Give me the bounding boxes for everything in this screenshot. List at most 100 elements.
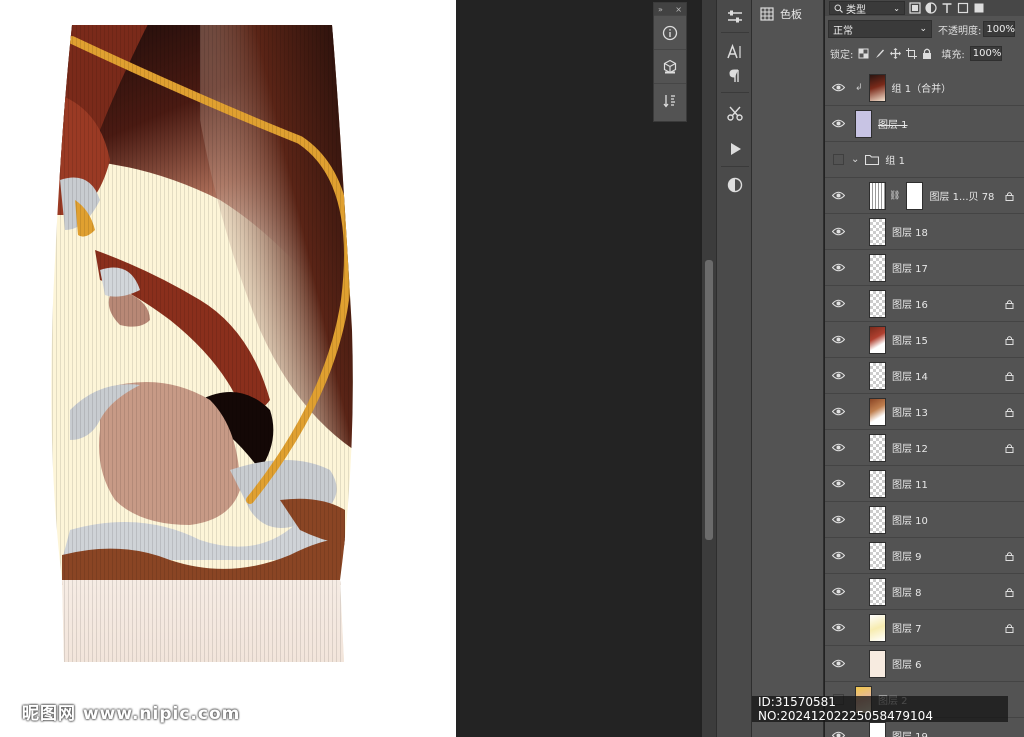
eye-icon[interactable] <box>825 106 851 142</box>
filter-smart-object-icon[interactable] <box>973 2 985 14</box>
info-icon <box>662 25 678 40</box>
eye-icon[interactable] <box>825 502 851 538</box>
filter-type-icon[interactable] <box>941 2 953 14</box>
layer-row[interactable]: ⌄ 组 1 <box>825 142 1024 178</box>
layer-thumbnail <box>855 109 872 138</box>
layer-row[interactable]: 图层 10 <box>825 502 1024 538</box>
lock-icon <box>1005 335 1014 348</box>
layer-thumbnail <box>869 541 886 570</box>
eye-icon[interactable] <box>825 178 851 214</box>
close-icon[interactable]: × <box>675 5 682 14</box>
lock-artboard-icon[interactable] <box>906 47 918 59</box>
sort-button[interactable] <box>654 83 686 117</box>
layer-row[interactable]: ↲ 组 1（合并） <box>825 70 1024 106</box>
skirt-artwork <box>51 25 353 662</box>
layer-filter-select[interactable]: 类型 ⌄ <box>829 1 905 16</box>
layer-name: 图层 14 <box>892 372 928 383</box>
layer-row[interactable]: 图层 13 <box>825 394 1024 430</box>
paragraph-button[interactable] <box>717 63 753 89</box>
layer-row[interactable]: 图层 12 <box>825 430 1024 466</box>
layer-mask-thumbnail[interactable] <box>906 181 924 210</box>
layer-name: 图层 1...贝 78 <box>929 192 995 203</box>
layer-row[interactable]: 图层 9 <box>825 538 1024 574</box>
collapse-icon[interactable]: » <box>658 5 663 14</box>
watermark-text: 昵图网 www.nipic.com <box>22 704 241 724</box>
eye-icon[interactable] <box>825 358 851 394</box>
eye-icon[interactable] <box>825 70 851 106</box>
blend-row: 正常 ⌄ 不透明度: 100% <box>825 18 1024 40</box>
fill-label: 填充: <box>941 49 965 61</box>
layer-thumbnail <box>869 433 886 462</box>
layer-name: 组 1（合并） <box>891 84 952 95</box>
layer-row[interactable]: 图层 8 <box>825 574 1024 610</box>
chevron-down-icon: ⌄ <box>919 24 927 34</box>
3d-cube-icon <box>663 59 677 73</box>
eye-icon[interactable] <box>825 610 851 646</box>
layer-row[interactable]: 图层 17 <box>825 250 1024 286</box>
paragraph-icon <box>729 69 739 82</box>
folder-icon <box>865 154 880 165</box>
layer-thumbnail <box>869 649 886 678</box>
layer-name: 图层 19 <box>892 728 928 737</box>
chevron-down-icon: ⌄ <box>893 3 900 13</box>
swatches-label: 色板 <box>780 8 802 21</box>
lock-pixels-brush-icon[interactable] <box>874 48 885 59</box>
eye-icon[interactable] <box>825 538 851 574</box>
info-button[interactable] <box>654 15 686 49</box>
eye-icon[interactable] <box>825 250 851 286</box>
fill-input[interactable]: 100% <box>969 45 1002 61</box>
filter-pixel-icon[interactable] <box>909 2 921 14</box>
filter-shape-icon[interactable] <box>957 2 969 14</box>
eye-icon[interactable] <box>825 574 851 610</box>
3d-button[interactable] <box>654 49 686 83</box>
layer-thumbnail <box>869 217 886 246</box>
eye-icon[interactable] <box>825 322 851 358</box>
brush-settings-button[interactable] <box>717 100 753 126</box>
layer-thumbnail <box>869 469 886 498</box>
chevron-down-icon[interactable]: ⌄ <box>851 154 859 165</box>
sort-icon <box>663 94 675 108</box>
layer-row[interactable]: 图层 18 <box>825 214 1024 250</box>
eye-icon[interactable] <box>825 394 851 430</box>
layer-row[interactable]: 图层 16 <box>825 286 1024 322</box>
layer-name: 图层 7 <box>892 624 922 635</box>
lock-all-icon[interactable] <box>922 48 932 59</box>
lock-icon <box>1005 587 1014 600</box>
actions-play-button[interactable] <box>717 136 753 162</box>
layer-name: 图层 12 <box>892 444 928 455</box>
blend-mode-select[interactable]: 正常 ⌄ <box>828 20 932 38</box>
lock-transparent-icon[interactable] <box>858 48 869 59</box>
layer-name: 图层 11 <box>892 480 928 491</box>
layer-row[interactable]: 图层 6 <box>825 646 1024 682</box>
layer-row[interactable]: 图层 7 <box>825 610 1024 646</box>
grid-icon <box>760 7 774 21</box>
layer-row[interactable]: 图层 14 <box>825 358 1024 394</box>
eye-icon[interactable] <box>825 214 851 250</box>
floating-panel-dock: » × <box>653 2 687 122</box>
layer-row[interactable]: ⛓ 图层 1...贝 78 <box>825 178 1024 214</box>
color-button[interactable] <box>717 172 753 198</box>
canvas-area[interactable]: 昵图网 www.nipic.com <box>0 0 456 737</box>
eye-icon[interactable] <box>825 430 851 466</box>
lock-position-move-icon[interactable] <box>890 47 902 59</box>
panel-icon-strip <box>716 0 752 737</box>
layer-filter-label: 类型 <box>846 4 866 16</box>
layer-name: 图层 9 <box>892 552 922 563</box>
layer-name: 图层 10 <box>892 516 928 527</box>
layer-row[interactable]: 图层 1 <box>825 106 1024 142</box>
visibility-off-icon[interactable] <box>825 142 851 178</box>
link-chain-icon[interactable]: ⛓ <box>889 191 900 201</box>
filter-adjustment-icon[interactable] <box>925 2 937 14</box>
layer-row[interactable]: 图层 11 <box>825 466 1024 502</box>
eye-icon[interactable] <box>825 286 851 322</box>
layer-row[interactable]: 图层 15 <box>825 322 1024 358</box>
eye-icon[interactable] <box>825 646 851 682</box>
swatches-tab[interactable]: 色板 <box>760 6 802 22</box>
adjustments-button[interactable] <box>717 4 753 30</box>
character-button[interactable] <box>717 39 753 65</box>
lock-icon <box>1005 551 1014 564</box>
vertical-scrollbar-thumb[interactable] <box>705 260 713 540</box>
strip-divider <box>721 32 749 33</box>
opacity-input[interactable]: 100% <box>983 21 1016 37</box>
eye-icon[interactable] <box>825 466 851 502</box>
